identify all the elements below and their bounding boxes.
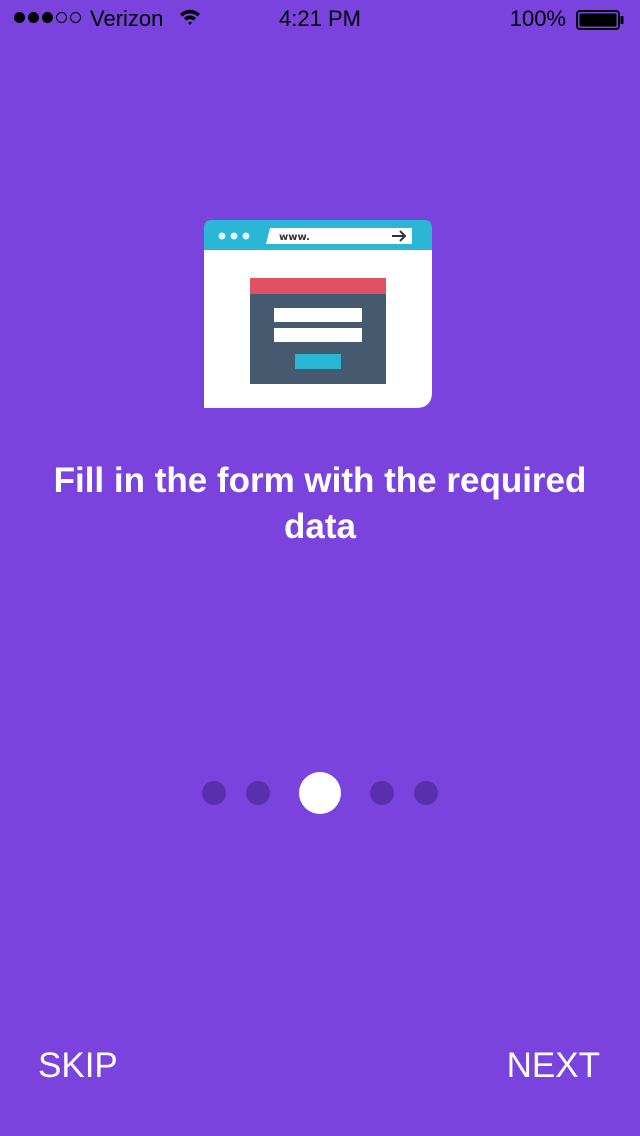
page-dot-3-active[interactable]: [299, 772, 341, 814]
battery-percentage: 100%: [509, 6, 566, 31]
onboarding-heading: Fill in the form with the required data: [53, 461, 587, 546]
next-button[interactable]: NEXT: [507, 1044, 600, 1088]
address-bar-text: www.: [279, 232, 310, 243]
page-indicator: [0, 772, 640, 814]
page-dot-2[interactable]: [246, 781, 270, 805]
onboarding-screen: Verizon 4:21 PM 100% www. Fill in the fo…: [0, 0, 640, 1136]
page-dot-1[interactable]: [202, 781, 226, 805]
web-form-illustration: www.: [204, 220, 432, 408]
battery-icon: [576, 10, 624, 30]
skip-button[interactable]: SKIP: [38, 1044, 118, 1088]
page-dot-4[interactable]: [370, 781, 394, 805]
status-bar: Verizon 4:21 PM 100%: [0, 0, 640, 40]
page-dot-5[interactable]: [414, 781, 438, 805]
